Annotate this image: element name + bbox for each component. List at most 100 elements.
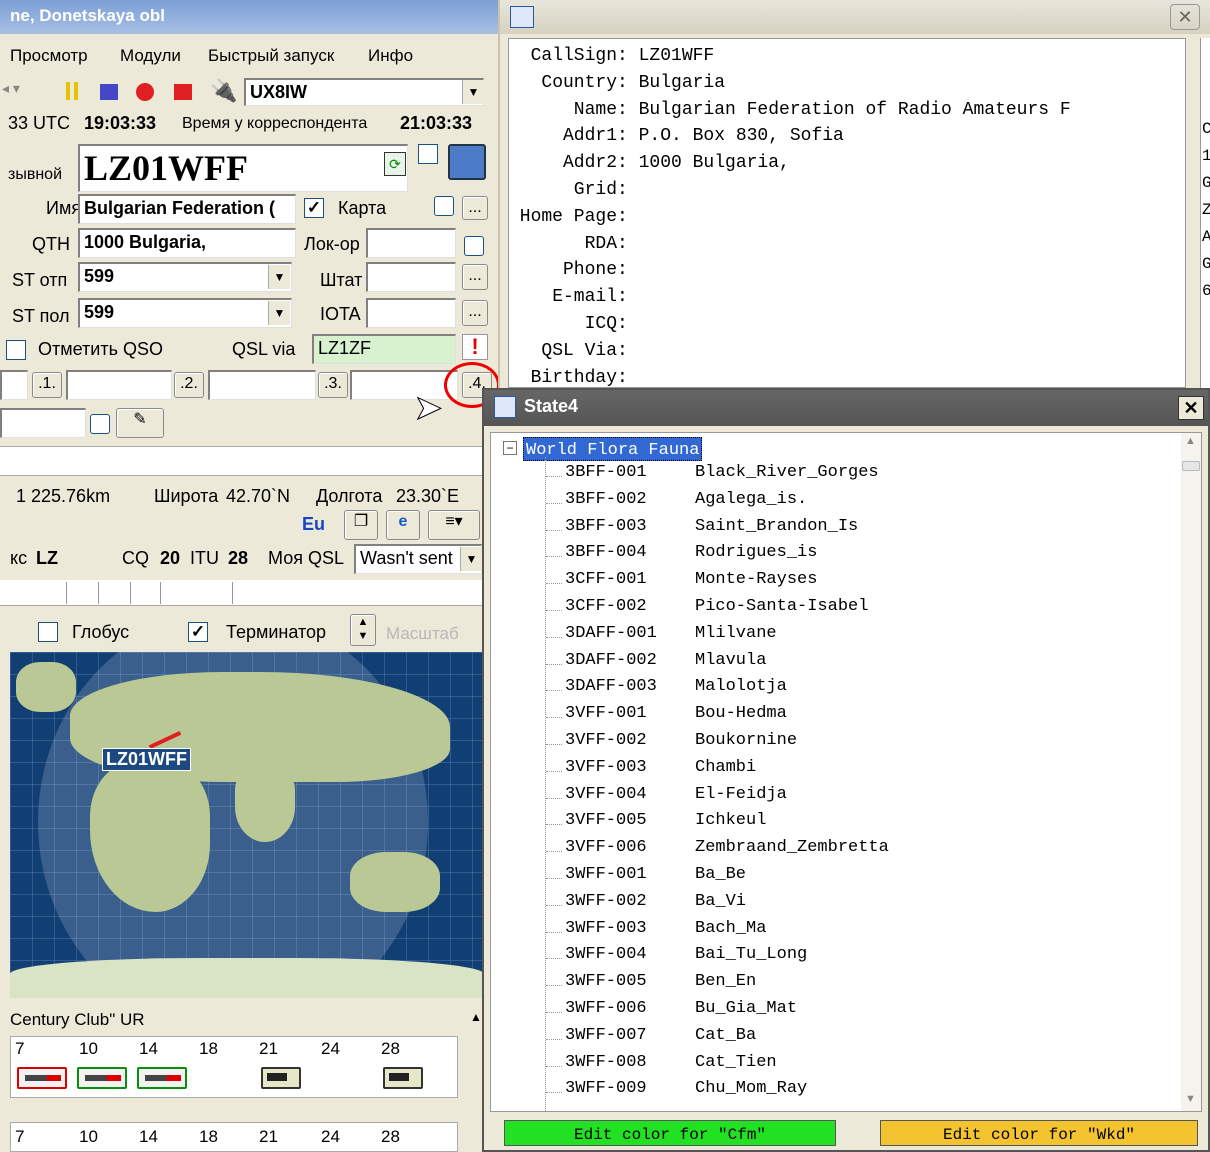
mark-qso-checkbox[interactable] (6, 340, 26, 360)
tree-item[interactable]: 3VFF-004 El-Feidja (491, 785, 1171, 812)
warning-icon[interactable]: ! (462, 334, 488, 360)
tree-item[interactable]: 3WFF-002 Ba_Vi (491, 892, 1171, 919)
award-title: Century Club" UR (10, 1010, 145, 1029)
iota-more-button[interactable]: ... (462, 300, 488, 326)
tree-item[interactable]: 3WFF-007 Cat_Ba (491, 1026, 1171, 1053)
browser-button[interactable]: e (386, 510, 420, 540)
tree-item[interactable]: 3VFF-001 Bou-Hedma (491, 704, 1171, 731)
operator-callsign-select[interactable]: UX8IW (244, 78, 484, 106)
radio-icon[interactable] (383, 1067, 423, 1089)
chevron-down-icon[interactable]: ▼ (462, 80, 484, 104)
tree-item[interactable]: 3VFF-005 Ichkeul (491, 811, 1171, 838)
tree-item[interactable]: 3WFF-009 Chu_Mom_Ray (491, 1079, 1171, 1106)
terminator-checkbox[interactable]: ✓ (188, 622, 208, 642)
menu-modules[interactable]: Модули (120, 46, 181, 66)
tree-item[interactable]: 3WFF-004 Bai_Tu_Long (491, 945, 1171, 972)
menu-view[interactable]: Просмотр (10, 46, 88, 66)
qsl-via-field[interactable]: LZ1ZF (312, 334, 456, 364)
close-icon[interactable]: ✕ (1178, 396, 1204, 420)
scroll-thumb[interactable] (1182, 461, 1200, 471)
chevron-down-icon[interactable]: ▼ (268, 265, 290, 289)
radio-icon[interactable] (261, 1067, 301, 1089)
tree-item[interactable]: 3BFF-003 Saint_Brandon_Is (491, 517, 1171, 544)
tree-item[interactable]: 3DAFF-003 Malolotja (491, 677, 1171, 704)
tree-connector (546, 502, 562, 504)
chevron-down-icon[interactable]: ▼ (268, 301, 290, 325)
collapse-icon[interactable]: − (503, 441, 517, 455)
plug-icon[interactable]: 🔌 (210, 78, 237, 104)
globe-checkbox[interactable] (38, 622, 58, 642)
tree-connector (546, 690, 562, 692)
tree-item[interactable]: 3BFF-002 Agalega_is. (491, 490, 1171, 517)
close-icon[interactable]: ✕ (1170, 4, 1200, 30)
extra-checkbox[interactable] (90, 414, 110, 434)
world-map[interactable]: LZ01WFF (10, 652, 484, 998)
band-14: 14 (139, 1039, 158, 1058)
map-checkbox-2[interactable] (434, 196, 454, 216)
refresh-icon[interactable]: ⟳ (384, 152, 406, 176)
extra-field[interactable] (0, 408, 86, 438)
locator-field[interactable] (366, 228, 456, 258)
callsign-checkbox[interactable] (418, 144, 438, 164)
qsl-card-icon[interactable] (17, 1067, 67, 1089)
chevron-down-icon[interactable]: ▼ (460, 547, 482, 571)
scroll-up-icon[interactable]: ▲ (470, 1010, 482, 1024)
tree-connector (546, 717, 562, 719)
menu-quick-launch[interactable]: Быстрый запуск (208, 46, 334, 66)
arrow-icon[interactable]: ◂ ▾ (2, 80, 20, 97)
tree-item[interactable]: 3VFF-006 Zembraand_Zembretta (491, 838, 1171, 865)
tree-scrollbar[interactable]: ▲ ▼ (1181, 433, 1201, 1111)
qsl-card-icon[interactable] (137, 1067, 187, 1089)
stop-icon[interactable] (100, 84, 118, 100)
tree-item-name: Ichkeul (695, 811, 767, 831)
slot-field-2[interactable] (208, 370, 316, 400)
record-icon[interactable] (136, 83, 154, 101)
slot-2-button[interactable]: .2. (174, 372, 204, 398)
save-icon[interactable] (448, 144, 486, 180)
tree-item[interactable]: 3WFF-003 Bach_Ma (491, 919, 1171, 946)
qsl-card-icon[interactable] (77, 1067, 127, 1089)
edit-wkd-color-button[interactable]: Edit color for "Wkd" (880, 1120, 1198, 1146)
state-field[interactable] (366, 262, 456, 292)
menu-info[interactable]: Инфо (368, 46, 413, 66)
tree-view[interactable]: − World Flora Fauna 3BFF-001 Black_River_… (490, 432, 1202, 1112)
continent-antarctica (10, 958, 484, 998)
tree-item[interactable]: 3VFF-002 Boukornine (491, 731, 1171, 758)
qth-field[interactable]: 1000 Bulgaria, (78, 228, 296, 258)
tree-item[interactable]: 3BFF-004 Rodrigues_is (491, 543, 1171, 570)
rst-rcvd-field[interactable]: 599 (78, 298, 292, 328)
eraser-button[interactable]: ✎ (116, 408, 164, 438)
slot-field-1[interactable] (66, 370, 172, 400)
name-field[interactable]: Bulgarian Federation ( (78, 194, 296, 224)
tree-item[interactable]: 3WFF-001 Ba_Be (491, 865, 1171, 892)
rst-sent-field[interactable]: 599 (78, 262, 292, 292)
slot-3-button[interactable]: .3. (318, 372, 348, 398)
map-checkbox[interactable]: ✓ (304, 198, 324, 218)
pause-icon[interactable] (66, 82, 78, 100)
tree-item[interactable]: 3DAFF-001 Mlilvane (491, 624, 1171, 651)
tree-item[interactable]: 3CFF-001 Monte-Rayses (491, 570, 1171, 597)
scroll-down-icon[interactable]: ▼ (1185, 1093, 1196, 1105)
tree-item[interactable]: 3BFF-001 Black_River_Gorges (491, 463, 1171, 490)
tree-item[interactable]: 3WFF-008 Cat_Tien (491, 1053, 1171, 1080)
iota-field[interactable] (366, 298, 456, 328)
tree-item[interactable]: 3DAFF-002 Mlavula (491, 651, 1171, 678)
state-more-button[interactable]: ... (462, 264, 488, 290)
name-more-button[interactable]: ... (462, 196, 488, 220)
tree-root-label[interactable]: World Flora Fauna (523, 437, 703, 461)
tree-item[interactable]: 3VFF-003 Chambi (491, 758, 1171, 785)
scroll-up-icon[interactable]: ▲ (1185, 435, 1196, 447)
stop-red-icon[interactable] (174, 84, 192, 100)
slot-field-0[interactable] (0, 370, 28, 400)
slot-1-button[interactable]: .1. (32, 372, 62, 398)
list-button[interactable]: ≡▾ (428, 510, 480, 540)
tree-item[interactable]: 3CFF-002 Pico-Santa-Isabel (491, 597, 1171, 624)
tree-item[interactable]: 3WFF-006 Bu_Gia_Mat (491, 999, 1171, 1026)
tree-item[interactable]: 3WFF-005 Ben_En (491, 972, 1171, 999)
edit-cfm-color-button[interactable]: Edit color for "Cfm" (504, 1120, 836, 1146)
scale-spinner[interactable]: ▲ ▼ (350, 614, 376, 646)
cq-value: 20 (160, 548, 181, 568)
locator-checkbox[interactable] (464, 236, 484, 256)
callsign-field[interactable]: LZ01WFF (78, 144, 408, 192)
copy-button[interactable]: ❐ (344, 510, 378, 540)
